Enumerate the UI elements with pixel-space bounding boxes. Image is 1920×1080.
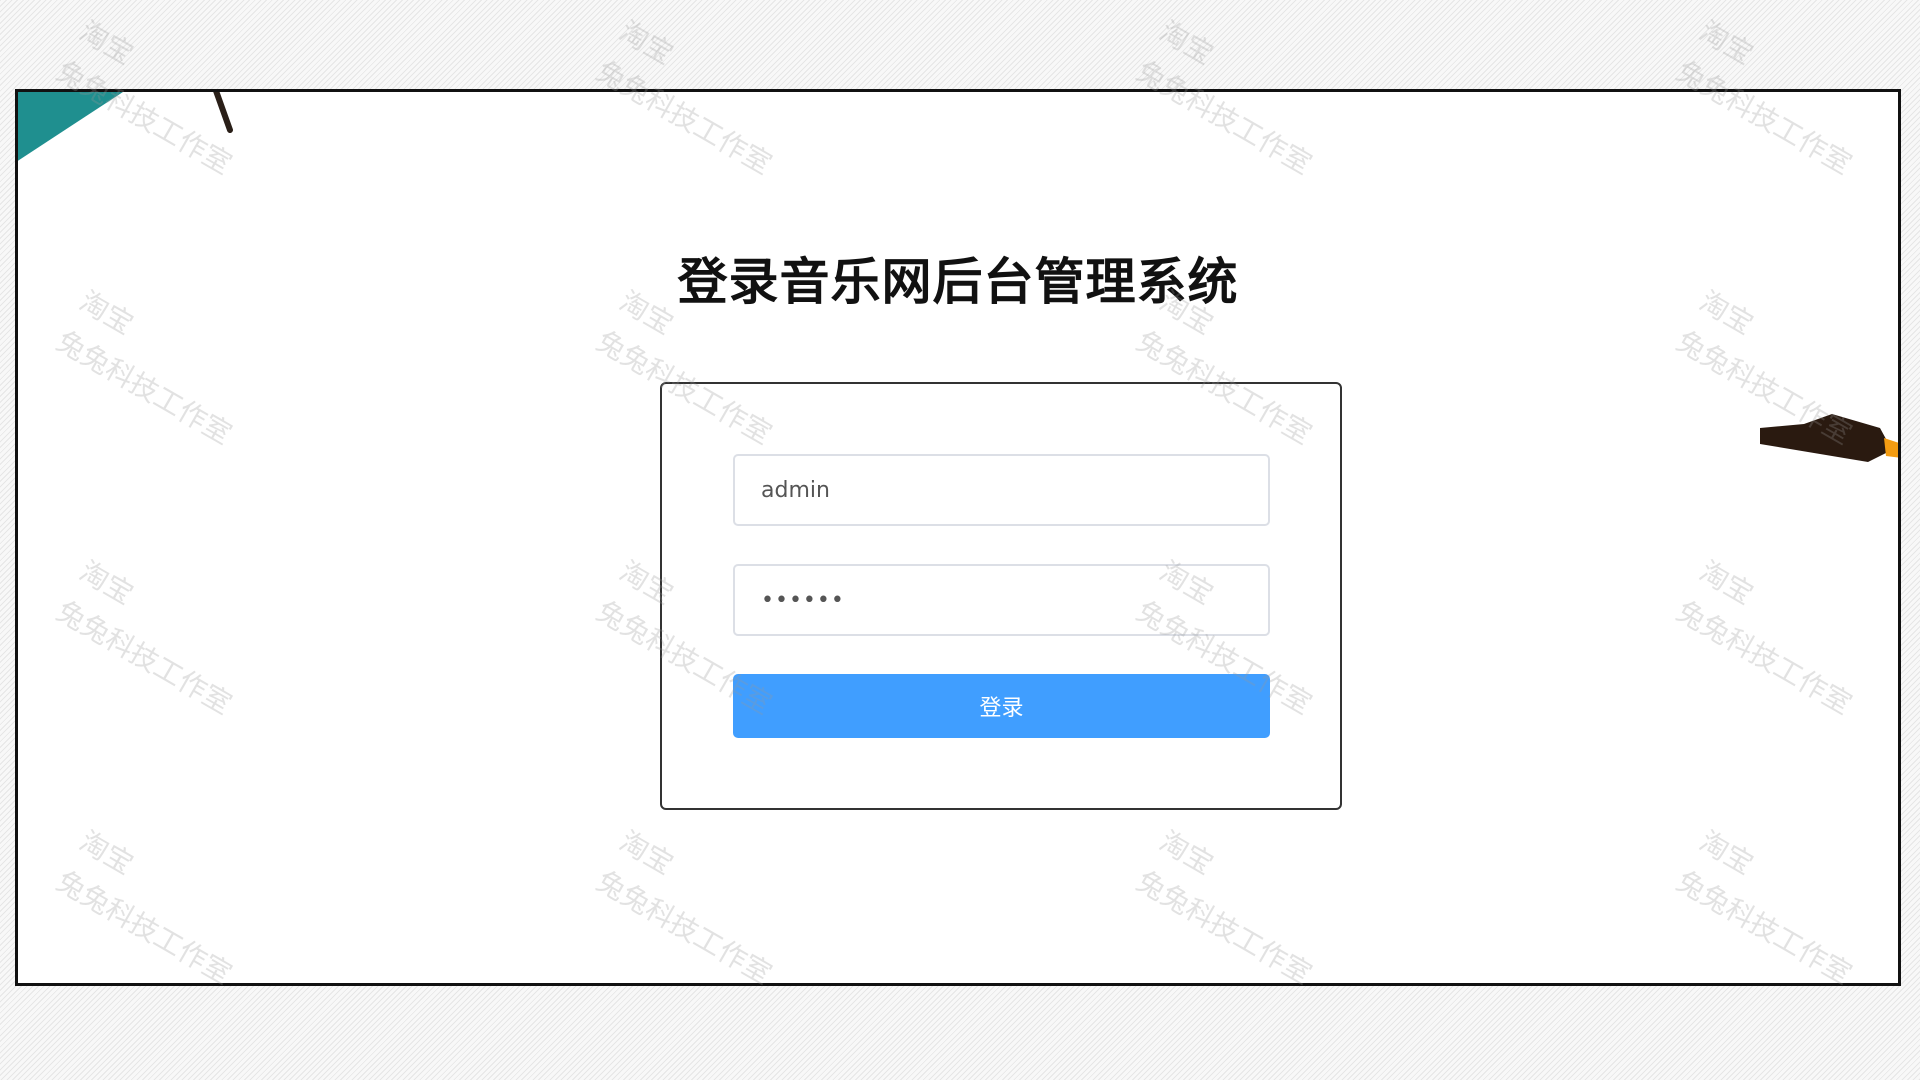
- page-title: 登录音乐网后台管理系统: [677, 253, 1239, 311]
- login-window: 登录音乐网后台管理系统 登录: [15, 89, 1901, 986]
- login-button[interactable]: 登录: [733, 674, 1270, 738]
- password-input[interactable]: [733, 564, 1270, 636]
- login-form: 登录: [660, 382, 1342, 810]
- corner-decoration: [18, 92, 123, 161]
- stick-decoration: [213, 92, 233, 133]
- username-input[interactable]: [733, 454, 1270, 526]
- pen-decoration: [1760, 414, 1898, 462]
